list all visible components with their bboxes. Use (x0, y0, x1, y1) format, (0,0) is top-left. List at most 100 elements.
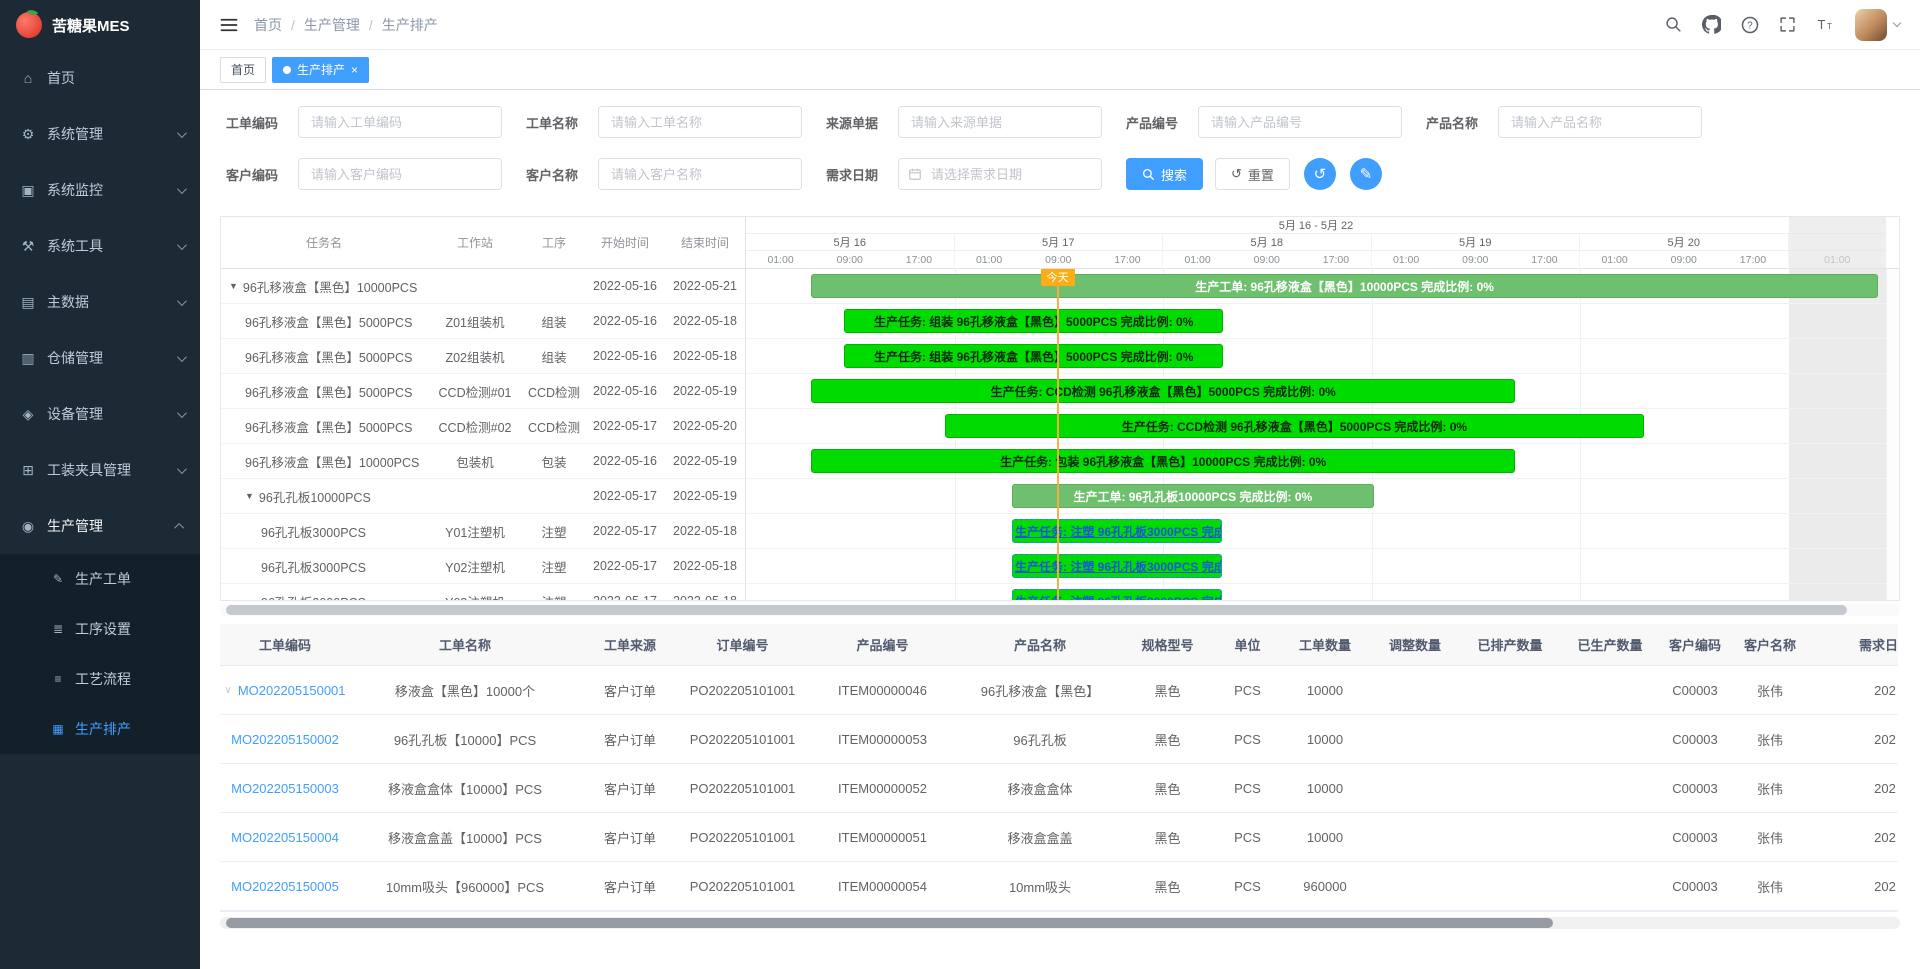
user-menu[interactable] (1855, 9, 1900, 41)
sidebar-item-equipment[interactable]: ◈设备管理 (0, 386, 200, 442)
gantt-vertical-scrollbar[interactable] (1886, 269, 1899, 600)
hour-tick: 17:00 (1510, 251, 1579, 269)
customer-name-input[interactable] (598, 158, 802, 190)
produced-qty (1560, 862, 1660, 910)
font-size-icon[interactable]: TT (1816, 16, 1835, 33)
customer-code-input[interactable] (298, 158, 502, 190)
sidebar-item-process-flow[interactable]: ≡工艺流程 (0, 654, 200, 704)
gantt-row[interactable]: ▼96孔移液盒【黑色】10000PCS 2022-05-16 2022-05-2… (221, 269, 1899, 304)
refresh-button[interactable]: ↺ (1304, 158, 1336, 190)
scheduled-qty (1460, 813, 1560, 861)
table-row[interactable]: MO202205150002 96孔孔板【10000】PCS 客户订单 PO20… (220, 715, 1898, 764)
gantt-bar[interactable]: 生产工单: 96孔孔板10000PCS 完成比例: 0% (1012, 484, 1374, 508)
customer-code: C00003 (1660, 862, 1730, 910)
gantt-bar[interactable]: 生产任务: 注塑 96孔孔板3000PCS 完成比例: 0% (1012, 589, 1222, 600)
sidebar-item-fixtures[interactable]: ⊞工装夹具管理 (0, 442, 200, 498)
gantt-bar[interactable]: 生产任务: CCD检测 96孔移液盒【黑色】5000PCS 完成比例: 0% (945, 414, 1644, 438)
gantt-bar[interactable]: 生产工单: 96孔移液盒【黑色】10000PCS 完成比例: 0% (811, 274, 1878, 298)
gantt-bar[interactable]: 生产任务: 组装 96孔移液盒【黑色】5000PCS 完成比例: 0% (844, 309, 1223, 333)
sidebar-item-master-data[interactable]: ▤主数据 (0, 274, 200, 330)
gantt-row[interactable]: 96孔移液盒【黑色】5000PCS Z01组装机 组装 2022-05-16 2… (221, 304, 1899, 339)
table-row[interactable]: MO202205150005 10mm吸头【960000】PCS 客户订单 PO… (220, 862, 1898, 911)
start-time: 2022-05-16 (585, 269, 665, 303)
avatar[interactable] (1855, 9, 1887, 41)
tab-scheduling[interactable]: 生产排产× (272, 57, 369, 83)
sidebar-item-warehouse[interactable]: ▥仓储管理 (0, 330, 200, 386)
gantt-row[interactable]: 96孔移液盒【黑色】5000PCS Z02组装机 组装 2022-05-16 2… (221, 339, 1899, 374)
sidebar-item-scheduling[interactable]: ▦生产排产 (0, 704, 200, 754)
end-time: 2022-05-18 (665, 514, 745, 548)
gantt-bar[interactable]: 生产任务: 注塑 96孔孔板3000PCS 完成比例: 0% (1012, 519, 1222, 543)
work-order-link[interactable]: MO202205150003 (231, 781, 339, 796)
sidebar-item-system-settings[interactable]: ⚙系统管理 (0, 106, 200, 162)
order-no: PO202205101001 (680, 764, 805, 812)
sidebar-item-system-monitor[interactable]: ▣系统监控 (0, 162, 200, 218)
collapse-icon[interactable]: ▼ (245, 491, 254, 501)
work-order-link[interactable]: MO202205150001 (238, 683, 346, 698)
table-row[interactable]: MO202205150003 移液盒盒体【10000】PCS 客户订单 PO20… (220, 764, 1898, 813)
work-order-link[interactable]: MO202205150004 (231, 830, 339, 845)
gantt-row[interactable]: 96孔移液盒【黑色】5000PCS CCD检测#02 CCD检测 2022-05… (221, 409, 1899, 444)
gantt-row[interactable]: 96孔移液盒【黑色】10000PCS 包装机 包装 2022-05-16 202… (221, 444, 1899, 479)
expand-icon[interactable]: ∨ (224, 685, 231, 696)
github-icon[interactable] (1702, 15, 1721, 34)
gantt-body: ▼96孔移液盒【黑色】10000PCS 2022-05-16 2022-05-2… (221, 269, 1899, 600)
end-time: 2022-05-19 (665, 479, 745, 513)
reset-button[interactable]: ↺重置 (1215, 158, 1290, 190)
work-order-code-input[interactable] (298, 106, 502, 138)
end-time: 2022-05-19 (665, 444, 745, 478)
field-label: 需求日期 (826, 165, 888, 184)
sidebar-item-production[interactable]: ◉生产管理 (0, 498, 200, 554)
product-name-input[interactable] (1498, 106, 1702, 138)
app-logo: 苦糖果MES (0, 0, 200, 50)
breadcrumb-production[interactable]: 生产管理 (304, 15, 382, 35)
sidebar-item-system-tools[interactable]: ⚒系统工具 (0, 218, 200, 274)
gantt-b ar[interactable]: 生产任务: 组装 96孔移液盒【黑色】5000PCS 完成比例: 0% (844, 344, 1223, 368)
gantt-bar[interactable]: 生产任务: 注塑 96孔孔板3000PCS 完成比例: 0% (1012, 554, 1222, 578)
produced-qty (1560, 813, 1660, 861)
close-icon[interactable]: × (351, 64, 358, 76)
tab-home[interactable]: 首页 (220, 57, 266, 83)
sidebar-toggle-icon[interactable] (220, 17, 238, 33)
gantt-bar[interactable]: 生产任务: 包装 96孔移液盒【黑色】10000PCS 完成比例: 0% (811, 449, 1515, 473)
workstation: Y03注塑机 (427, 584, 523, 600)
sidebar-item-label: 系统工具 (47, 236, 103, 256)
scrollbar-thumb[interactable] (226, 605, 1847, 615)
source: 客户订单 (580, 764, 680, 812)
sidebar-item-home[interactable]: ⌂首页 (0, 50, 200, 106)
search-icon[interactable] (1665, 16, 1682, 33)
scrollbar-thumb[interactable] (226, 918, 1553, 928)
table-row[interactable]: ∨MO202205150001 移液盒【黑色】10000个 客户订单 PO202… (220, 666, 1898, 715)
work-order-link[interactable]: MO202205150002 (231, 732, 339, 747)
search-button[interactable]: 搜索 (1126, 158, 1203, 190)
gantt-row[interactable]: 96孔孔板3000PCS Y01注塑机 注塑 2022-05-17 2022-0… (221, 514, 1899, 549)
table-row[interactable]: MO202205150004 移液盒盒盖【10000】PCS 客户订单 PO20… (220, 813, 1898, 862)
sidebar-item-work-orders[interactable]: ✎生产工单 (0, 554, 200, 604)
gantt-row[interactable]: 96孔孔板3000PCS Y02注塑机 注塑 2022-05-17 2022-0… (221, 549, 1899, 584)
work-order-link[interactable]: MO202205150005 (231, 879, 339, 894)
fullscreen-icon[interactable] (1779, 16, 1796, 33)
chevron-down-icon (177, 352, 187, 362)
hour-tick: 17:00 (1718, 251, 1787, 269)
collapse-icon[interactable]: ▼ (229, 281, 238, 291)
produced-qty (1560, 666, 1660, 714)
edit-columns-button[interactable]: ✎ (1350, 158, 1382, 190)
gantt-horizontal-scrollbar[interactable] (220, 604, 1900, 616)
sidebar-item-label: 仓储管理 (47, 348, 103, 368)
gantt-bar[interactable]: 生产任务: CCD检测 96孔移液盒【黑色】5000PCS 完成比例: 0% (811, 379, 1515, 403)
product-name: 96孔移液盒【黑色】 (960, 666, 1120, 714)
gantt-row[interactable]: 96孔孔板3000PCS Y03注塑机 注塑 2022-05-17 2022-0… (221, 584, 1899, 600)
breadcrumb-home[interactable]: 首页 (254, 15, 304, 35)
workstation (427, 479, 523, 513)
source-doc-input[interactable] (898, 106, 1102, 138)
col-produced-qty: 已生产数量 (1560, 624, 1660, 665)
demand-date-input[interactable] (898, 158, 1102, 190)
gantt-row[interactable]: ▼96孔孔板10000PCS 2022-05-17 2022-05-19 生产工… (221, 479, 1899, 514)
help-icon[interactable]: ? (1741, 16, 1759, 34)
work-order-name-input[interactable] (598, 106, 802, 138)
hour-tick: 17:00 (1301, 251, 1370, 269)
sidebar-item-process-settings[interactable]: ≣工序设置 (0, 604, 200, 654)
product-code-input[interactable] (1198, 106, 1402, 138)
gantt-row[interactable]: 96孔移液盒【黑色】5000PCS CCD检测#01 CCD检测 2022-05… (221, 374, 1899, 409)
table-horizontal-scrollbar[interactable] (220, 917, 1900, 929)
